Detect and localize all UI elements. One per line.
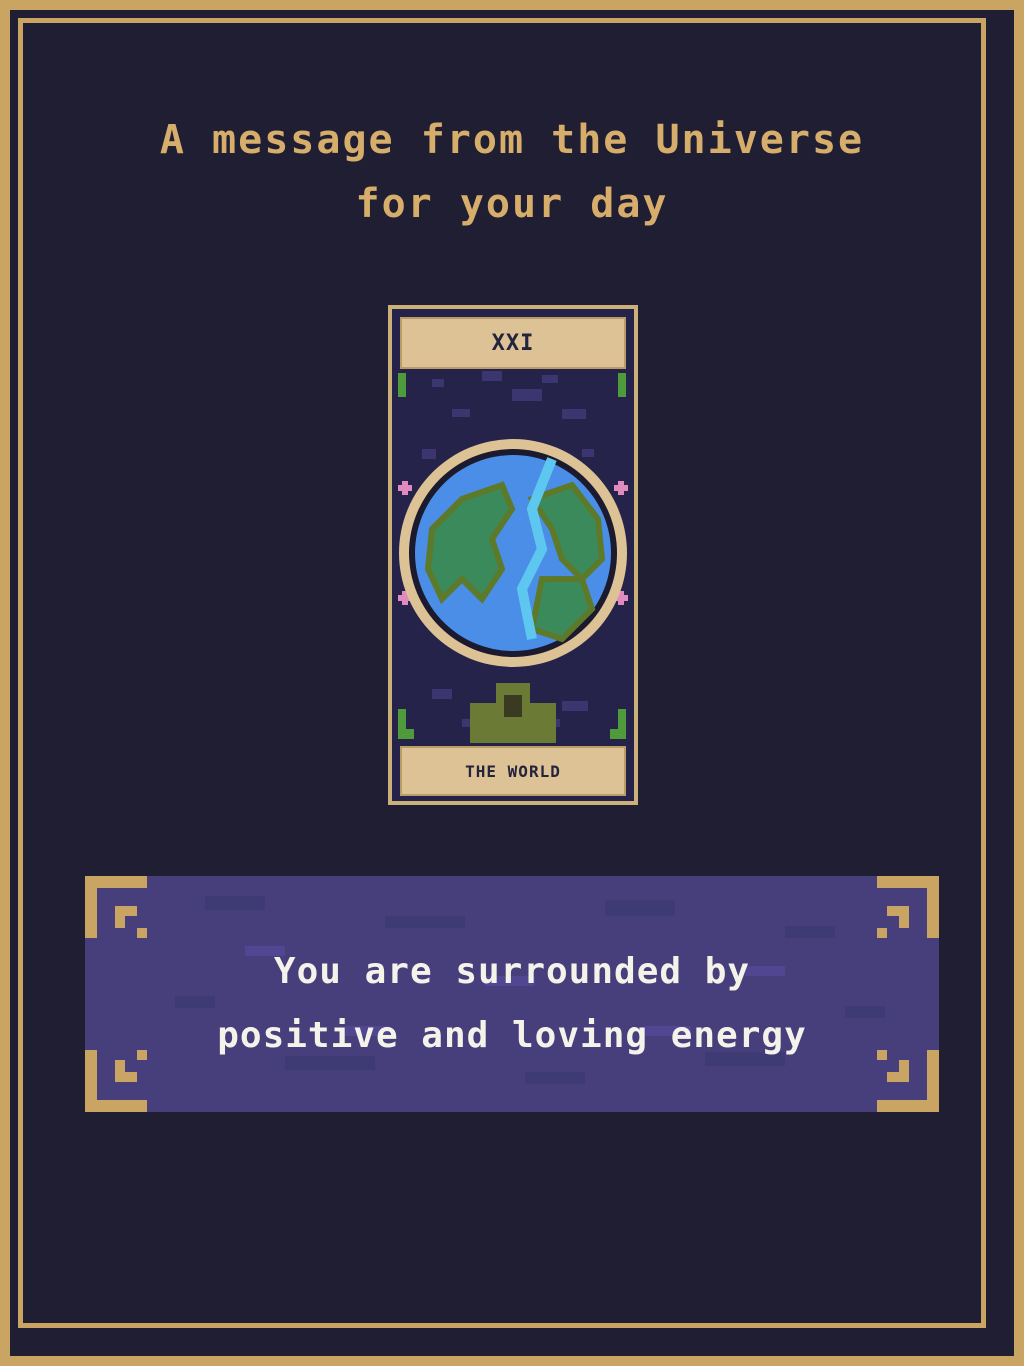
message-line-2: positive and loving energy: [217, 1015, 807, 1056]
daily-tarot-screen: { "header": { "title_line1": "A message …: [0, 0, 1024, 1366]
daily-message: You are surrounded by positive and lovin…: [85, 940, 939, 1068]
card-numeral: XXI: [400, 317, 626, 369]
page-title: A message from the Universe for your day: [0, 108, 1024, 236]
card-artwork: [392, 309, 634, 801]
corner-ornament-icon: [877, 876, 939, 938]
message-panel: You are surrounded by positive and lovin…: [85, 876, 939, 1112]
tarot-card[interactable]: XXI THE WORLD: [388, 305, 638, 805]
corner-ornament-icon: [85, 876, 147, 938]
card-name: THE WORLD: [400, 746, 626, 796]
message-line-1: You are surrounded by: [273, 951, 751, 992]
title-line-1: A message from the Universe: [159, 117, 865, 163]
title-line-2: for your day: [355, 181, 669, 227]
